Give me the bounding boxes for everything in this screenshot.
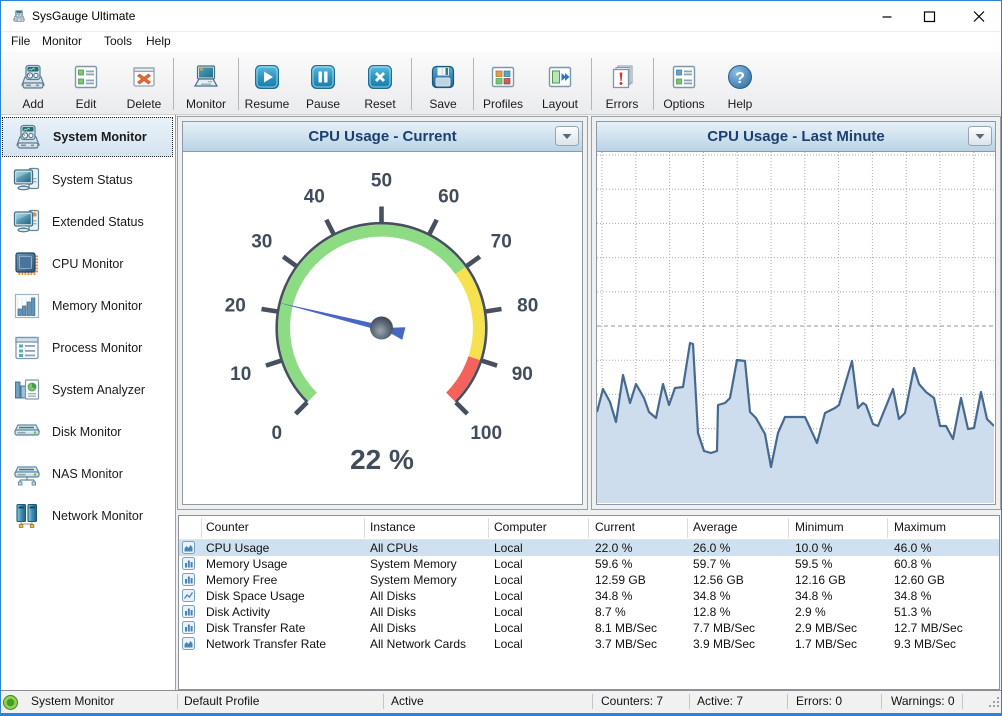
svg-text:?: ? [735, 70, 745, 87]
svg-text:100: 100 [470, 423, 502, 444]
svg-text:!: ! [618, 69, 624, 90]
svg-text:70: 70 [491, 232, 512, 253]
svg-text:90: 90 [512, 364, 533, 385]
svg-text:0: 0 [272, 423, 283, 444]
svg-text:20: 20 [225, 295, 246, 316]
svg-text:40: 40 [304, 187, 325, 208]
svg-text:60: 60 [438, 187, 459, 208]
svg-text:80: 80 [517, 295, 538, 316]
svg-text:30: 30 [251, 232, 272, 253]
svg-text:50: 50 [371, 171, 392, 192]
svg-text:22 %: 22 % [350, 444, 414, 475]
svg-text:10: 10 [230, 364, 251, 385]
